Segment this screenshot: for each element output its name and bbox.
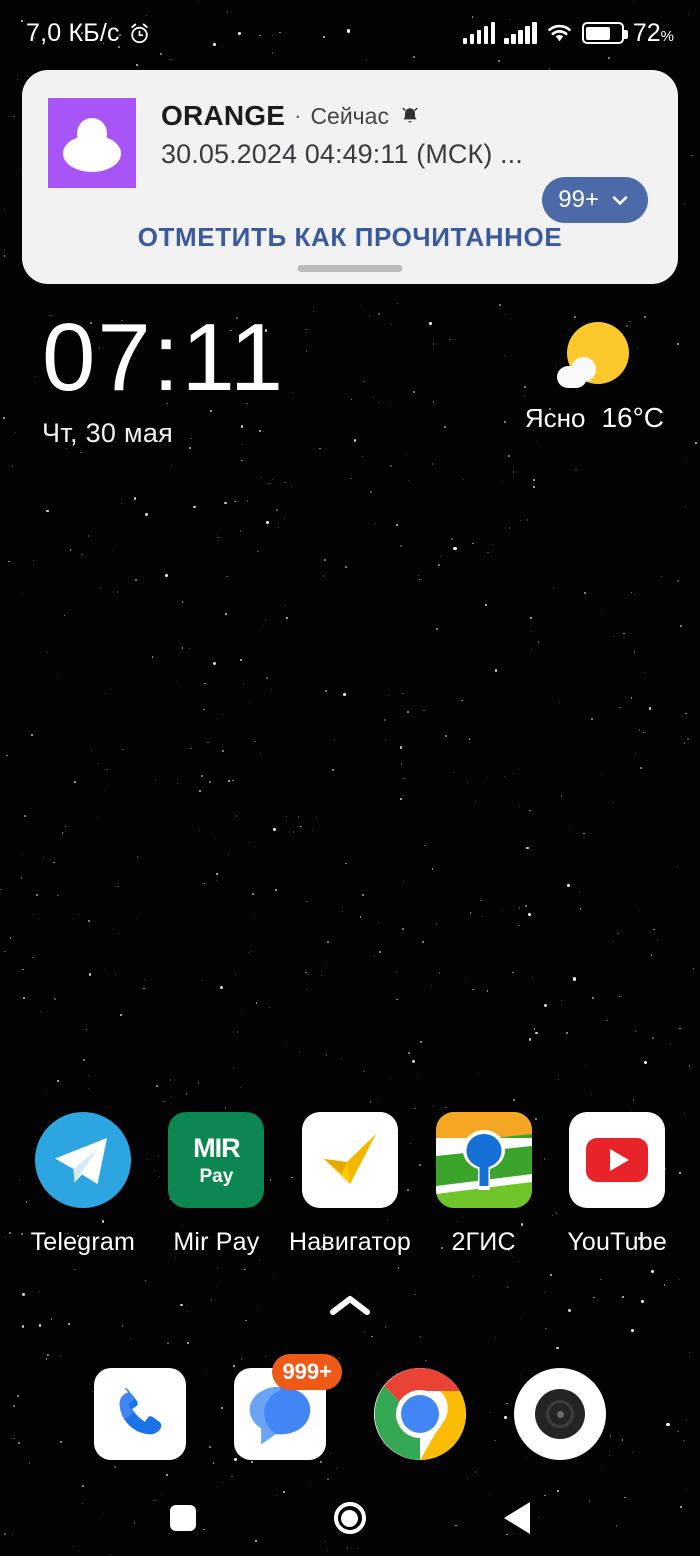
navigation-bar	[0, 1480, 700, 1556]
recents-button[interactable]	[153, 1495, 213, 1541]
square-icon	[170, 1505, 197, 1531]
notification-separator: ·	[294, 103, 302, 128]
clock-date: Чт, 30 мая	[42, 418, 174, 449]
youtube-icon	[569, 1112, 666, 1208]
drag-handle[interactable]	[297, 265, 403, 272]
clock-widget[interactable]: 07:11 Чт, 30 мая	[42, 304, 286, 449]
camera-icon	[514, 1368, 606, 1460]
notification-time: Сейчас	[310, 102, 389, 129]
chevron-down-icon	[608, 188, 632, 212]
app-2gis[interactable]: 2ГИС	[420, 1112, 548, 1257]
mir-brand-bottom: Pay	[199, 1165, 234, 1187]
dock-item-phone[interactable]	[90, 1368, 190, 1468]
chevron-up-icon[interactable]	[328, 1292, 372, 1318]
notification-body-text: 30.05.2024 04:49:11 (МСК) ...	[161, 139, 523, 169]
cellular-signal-icon	[504, 22, 537, 44]
app-navigator[interactable]: Навигатор	[286, 1112, 414, 1257]
notification-count-label: 99+	[558, 186, 599, 213]
weather-condition: Ясно	[524, 403, 586, 433]
battery-percent-label: 72%	[632, 18, 674, 47]
triangle-back-icon	[503, 1502, 530, 1534]
status-bar-right: 72%	[462, 18, 674, 48]
wifi-icon	[546, 22, 573, 44]
dock-item-chrome[interactable]	[370, 1368, 470, 1468]
status-bar: 7,0 КБ/с 72%	[0, 0, 700, 66]
app-label: Mir Pay	[173, 1228, 260, 1256]
battery-icon	[581, 22, 628, 44]
app-label: YouTube	[567, 1228, 667, 1256]
status-bar-left: 7,0 КБ/с	[26, 19, 151, 48]
messages-badge: 999+	[272, 1354, 342, 1390]
notification-card[interactable]: ORANGE · Сейчас 30.05.2024 04:49:11 (МСК…	[22, 70, 678, 284]
sun-behind-cloud-icon	[557, 322, 631, 396]
notification-content: ORANGE · Сейчас 30.05.2024 04:49:11 (МСК…	[22, 70, 678, 188]
telegram-icon	[34, 1112, 131, 1208]
app-mir-pay[interactable]: MIR Pay Mir Pay	[152, 1112, 280, 1257]
app-telegram[interactable]: Telegram	[19, 1112, 147, 1257]
home-button[interactable]	[320, 1495, 380, 1541]
cellular-signal-icon	[462, 22, 496, 44]
mark-as-read-button[interactable]: ОТМЕТИТЬ КАК ПРОЧИТАННОЕ	[22, 222, 678, 253]
back-button[interactable]	[487, 1495, 547, 1541]
app-label: 2ГИС	[451, 1228, 516, 1256]
notification-text-block: ORANGE · Сейчас 30.05.2024 04:49:11 (МСК…	[161, 98, 678, 188]
alarm-clock-icon	[128, 22, 151, 45]
dock-item-camera[interactable]	[510, 1368, 610, 1468]
circle-icon	[333, 1502, 366, 1534]
notification-app-name: ORANGE	[161, 100, 286, 131]
2gis-icon	[435, 1112, 532, 1208]
messages-badge-count: 999+	[282, 1359, 332, 1384]
weather-temperature: 16°C	[601, 402, 664, 433]
contact-avatar-icon	[48, 98, 136, 188]
messages-icon: 999+	[234, 1354, 342, 1460]
bell-icon	[398, 105, 421, 127]
mark-as-read-label: ОТМЕТИТЬ КАК ПРОЧИТАННОЕ	[137, 222, 563, 252]
notification-header: ORANGE · Сейчас	[161, 100, 678, 132]
mir-brand-top: MIR	[193, 1132, 240, 1163]
weather-readout: Ясно 16°C	[525, 402, 664, 434]
dock-item-messages[interactable]: 999+	[230, 1354, 342, 1468]
yandex-navigator-icon	[301, 1112, 398, 1208]
app-label: Telegram	[30, 1228, 135, 1256]
chrome-icon	[374, 1368, 466, 1460]
notification-expand-button[interactable]: 99+	[542, 177, 648, 223]
weather-widget[interactable]: Ясно 16°C	[525, 322, 664, 434]
app-label: Навигатор	[289, 1228, 411, 1256]
phone-icon	[94, 1368, 186, 1460]
mir-pay-icon: MIR Pay	[168, 1112, 265, 1208]
dock: 999+	[0, 1354, 700, 1468]
clock-time: 07:11	[42, 304, 286, 411]
home-app-row: Telegram MIR Pay Mir Pay Навигатор 2ГИС …	[0, 1112, 700, 1257]
network-speed-label: 7,0 КБ/с	[26, 18, 120, 47]
app-youtube[interactable]: YouTube	[553, 1112, 681, 1257]
